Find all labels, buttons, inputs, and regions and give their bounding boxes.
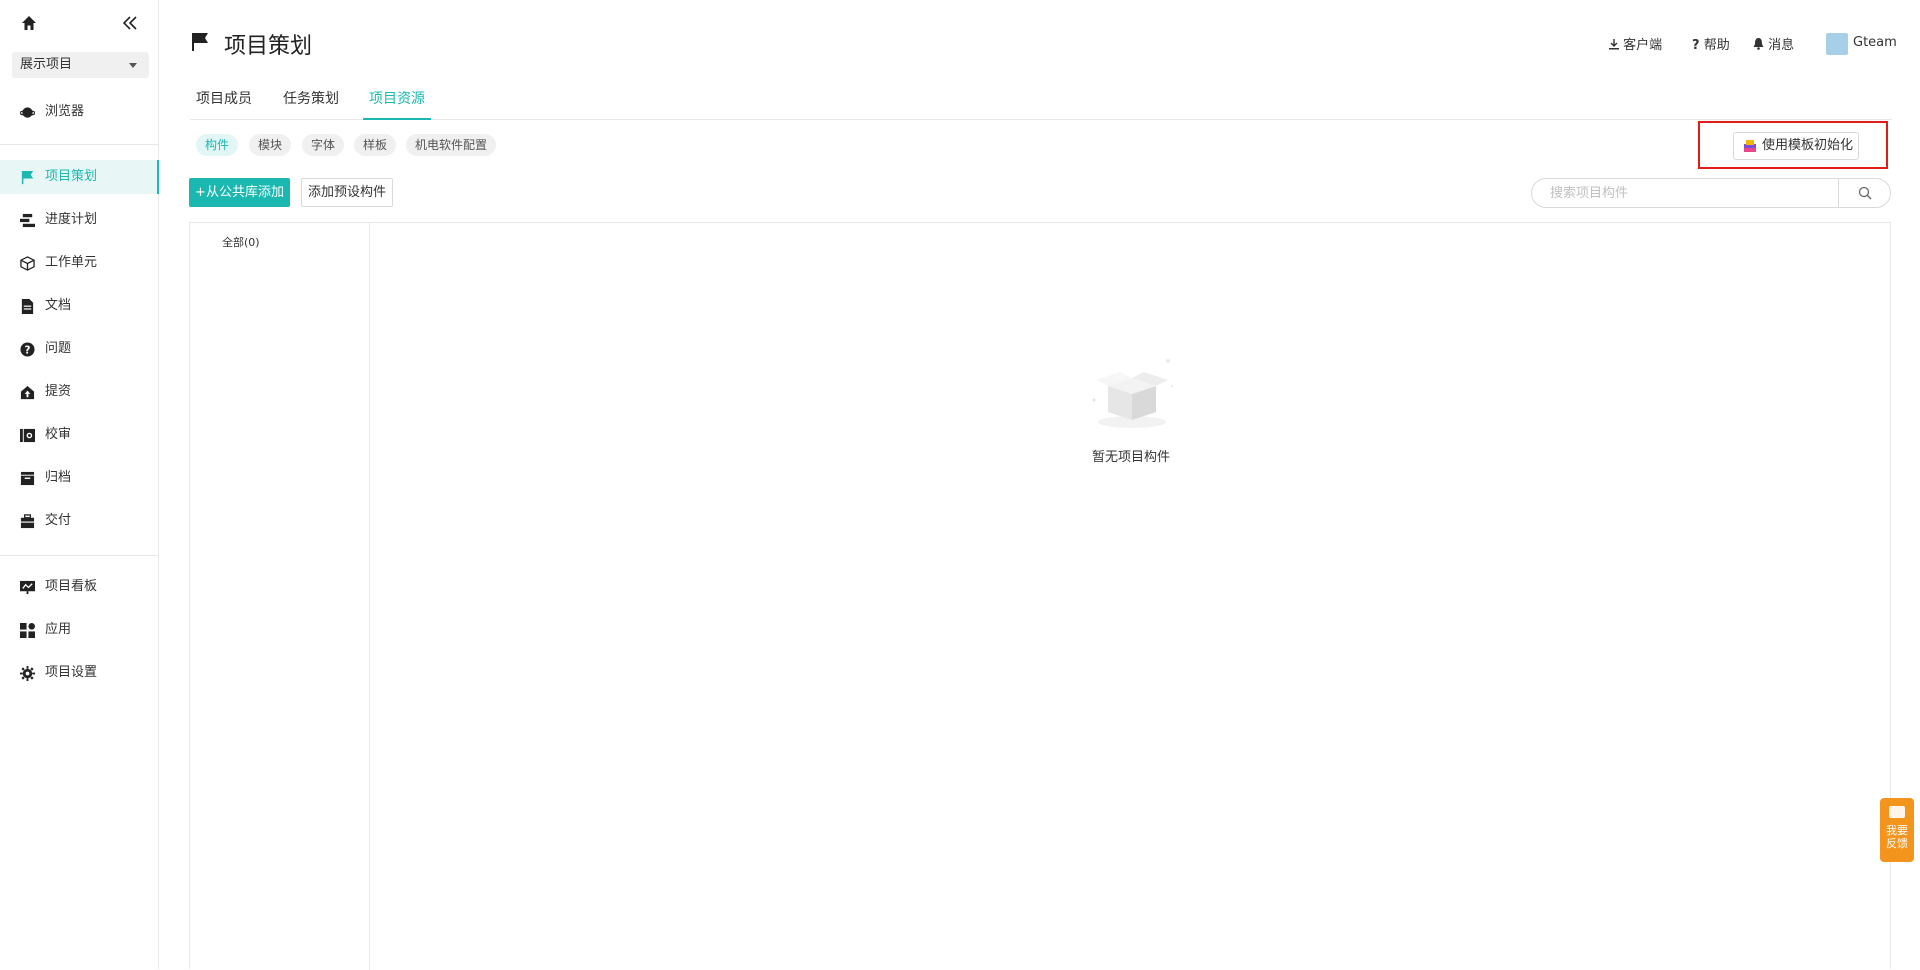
client-label: 客户端 bbox=[1623, 38, 1663, 53]
search-icon bbox=[1858, 186, 1872, 200]
review-icon bbox=[20, 428, 35, 443]
username[interactable]: Gteam bbox=[1853, 35, 1897, 50]
upload-house-icon bbox=[20, 385, 35, 400]
add-from-public-library-button[interactable]: +从公共库添加 bbox=[189, 178, 290, 207]
sidebar-item-work-unit[interactable]: 工作单元 bbox=[0, 246, 159, 280]
document-icon bbox=[21, 299, 34, 314]
sidebar-item-archive[interactable]: 归档 bbox=[0, 461, 159, 495]
sidebar-item-label: 进度计划 bbox=[45, 212, 98, 227]
messages-label: 消息 bbox=[1768, 38, 1795, 53]
help-link[interactable]: ? 帮助 bbox=[1692, 34, 1730, 53]
svg-text:?: ? bbox=[25, 344, 31, 356]
cube-icon bbox=[20, 256, 35, 271]
sidebar-item-planning[interactable]: 项目策划 bbox=[0, 160, 159, 194]
chip-fonts[interactable]: 字体 bbox=[302, 134, 345, 156]
home-icon[interactable] bbox=[20, 14, 38, 32]
project-select-label: 展示项目 bbox=[20, 57, 73, 72]
sidebar-item-label: 归档 bbox=[45, 470, 72, 485]
empty-state-text: 暂无项目构件 bbox=[1092, 450, 1171, 465]
sidebar-top bbox=[0, 0, 159, 46]
search-box bbox=[1531, 178, 1891, 208]
gear-icon bbox=[20, 666, 35, 681]
tab-project-resources[interactable]: 项目资源 bbox=[363, 84, 431, 120]
search-button[interactable] bbox=[1838, 179, 1890, 207]
category-all[interactable]: 全部(0) bbox=[222, 234, 260, 250]
feedback-label-line1: 我要 bbox=[1886, 824, 1908, 837]
sidebar-item-review[interactable]: 校审 bbox=[0, 418, 159, 452]
download-icon bbox=[1609, 39, 1619, 50]
chat-bubble-icon bbox=[1889, 806, 1905, 818]
sidebar-item-label: 项目看板 bbox=[45, 579, 98, 594]
template-icon bbox=[1744, 140, 1756, 152]
planet-icon bbox=[20, 107, 35, 118]
content-panel: 全部(0) bbox=[189, 222, 1891, 970]
feedback-button[interactable]: 我要 反馈 bbox=[1880, 798, 1914, 862]
help-icon: ? bbox=[1692, 38, 1700, 53]
sidebar-item-delivery[interactable]: 交付 bbox=[0, 504, 159, 538]
project-select[interactable]: 展示项目 bbox=[12, 52, 149, 78]
sidebar-item-label: 校审 bbox=[45, 427, 72, 442]
collapse-icon[interactable] bbox=[121, 14, 139, 32]
add-preset-component-button[interactable]: 添加预设构件 bbox=[301, 178, 393, 207]
sidebar-item-browser[interactable]: 浏览器 bbox=[0, 95, 159, 129]
gantt-icon bbox=[20, 213, 35, 228]
apps-grid-icon bbox=[20, 623, 35, 638]
sidebar-item-label: 应用 bbox=[45, 622, 72, 637]
sidebar-item-label: 工作单元 bbox=[45, 255, 98, 270]
dashboard-chart-icon bbox=[20, 580, 35, 595]
chip-templates[interactable]: 样板 bbox=[354, 134, 397, 156]
feedback-label-line2: 反馈 bbox=[1886, 837, 1908, 850]
chip-mep-software-config[interactable]: 机电软件配置 bbox=[406, 134, 497, 156]
sidebar-divider bbox=[0, 555, 159, 556]
tab-task-planning[interactable]: 任务策划 bbox=[283, 84, 339, 120]
sidebar-item-label: 交付 bbox=[45, 513, 72, 528]
category-list: 全部(0) bbox=[190, 223, 370, 970]
sidebar-item-label: 项目策划 bbox=[45, 169, 98, 184]
chip-components[interactable]: 构件 bbox=[196, 134, 239, 156]
sidebar-item-dashboard[interactable]: 项目看板 bbox=[0, 570, 159, 604]
help-label: 帮助 bbox=[1703, 38, 1730, 53]
chip-modules[interactable]: 模块 bbox=[249, 134, 292, 156]
tab-bar: 项目成员 任务策划 项目资源 bbox=[190, 84, 1892, 120]
sidebar-divider bbox=[0, 144, 159, 145]
sidebar-item-label: 浏览器 bbox=[45, 104, 85, 119]
archive-icon bbox=[20, 471, 35, 486]
init-template-label: 使用模板初始化 bbox=[1762, 138, 1854, 153]
page-title: 项目策划 bbox=[190, 28, 312, 60]
search-input[interactable] bbox=[1532, 179, 1837, 207]
sidebar-item-issues[interactable]: ? 问题 bbox=[0, 332, 159, 366]
sidebar-item-schedule[interactable]: 进度计划 bbox=[0, 203, 159, 237]
sidebar-item-label: 问题 bbox=[45, 341, 72, 356]
sidebar-item-settings[interactable]: 项目设置 bbox=[0, 656, 159, 690]
messages-link[interactable]: 消息 bbox=[1753, 34, 1794, 53]
sidebar-item-submit[interactable]: 提资 bbox=[0, 375, 159, 409]
client-download-link[interactable]: 客户端 bbox=[1609, 34, 1662, 53]
sidebar-item-apps[interactable]: 应用 bbox=[0, 613, 159, 647]
chevron-down-icon bbox=[129, 63, 137, 68]
sidebar-item-label: 文档 bbox=[45, 298, 72, 313]
page-title-text: 项目策划 bbox=[224, 34, 313, 59]
briefcase-icon bbox=[20, 514, 35, 529]
sidebar-item-label: 项目设置 bbox=[45, 665, 98, 680]
question-icon: ? bbox=[20, 342, 35, 357]
sidebar-item-label: 提资 bbox=[45, 384, 72, 399]
flag-icon bbox=[192, 33, 208, 51]
bell-icon bbox=[1753, 38, 1764, 50]
tab-members[interactable]: 项目成员 bbox=[196, 84, 252, 120]
avatar[interactable] bbox=[1826, 33, 1848, 55]
flag-icon bbox=[21, 170, 34, 185]
init-template-button[interactable]: 使用模板初始化 bbox=[1733, 132, 1859, 160]
sidebar-item-documents[interactable]: 文档 bbox=[0, 289, 159, 323]
sidebar: 展示项目 浏览器 项目策划 进度计划 工作单元 文档 ? 问题 提资 校审 归档… bbox=[0, 0, 159, 969]
